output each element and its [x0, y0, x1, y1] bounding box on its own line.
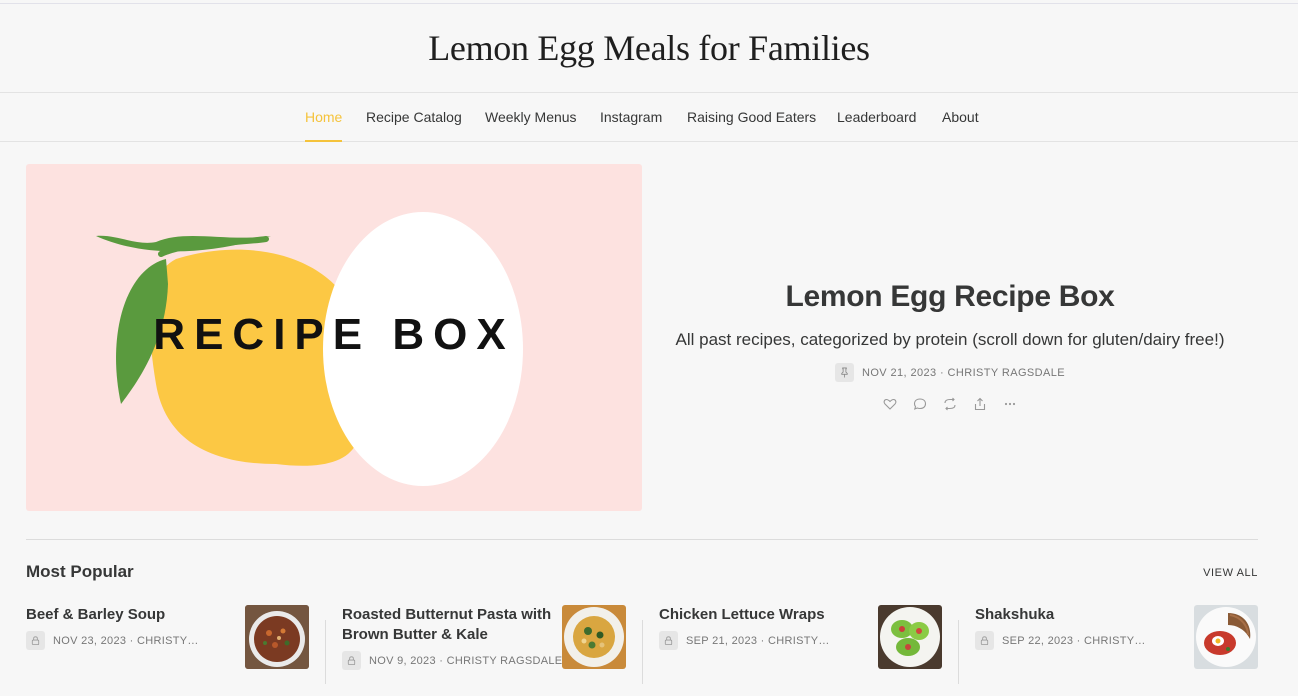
meta-separator: ·	[760, 634, 765, 647]
popular-post[interactable]: Roasted Butternut Pasta with Brown Butte…	[342, 605, 626, 685]
popular-post[interactable]: Shakshuka SEP 22, 2023 · CHRISTY…	[975, 605, 1258, 685]
share-icon[interactable]	[972, 396, 988, 412]
popular-post[interactable]: Chicken Lettuce Wraps SEP 21, 2023 · CHR…	[659, 605, 942, 685]
restack-icon[interactable]	[942, 396, 958, 412]
post-date: SEP 21, 2023	[686, 634, 758, 647]
post-meta: SEP 22, 2023 · CHRISTY…	[975, 631, 1146, 650]
post-author[interactable]: CHRISTY…	[137, 635, 199, 647]
hero-post: Lemon Egg Recipe Box All past recipes, c…	[650, 164, 1250, 511]
hero-image-text: RECIPE BOX	[153, 310, 514, 359]
heart-icon[interactable]	[882, 396, 898, 412]
nav-item-home[interactable]: Home	[305, 93, 343, 142]
lock-icon	[26, 631, 45, 650]
meta-separator: ·	[939, 366, 945, 379]
hero-date: NOV 21, 2023	[862, 366, 937, 379]
more-icon[interactable]	[1002, 396, 1018, 412]
soup-bowl-image[interactable]	[245, 605, 309, 669]
most-popular-heading: Most Popular	[26, 562, 134, 581]
post-date: NOV 9, 2023	[369, 654, 436, 667]
post-date: SEP 22, 2023	[1002, 634, 1074, 647]
shakshuka-plate-image[interactable]	[1194, 605, 1258, 669]
section-divider	[26, 539, 1258, 540]
meta-separator: ·	[129, 634, 134, 647]
post-separator	[325, 620, 326, 684]
post-date: NOV 23, 2023	[53, 634, 127, 647]
meta-separator: ·	[1076, 634, 1081, 647]
lock-icon	[659, 631, 678, 650]
popular-post[interactable]: Beef & Barley Soup NOV 23, 2023 · CHRIST…	[26, 605, 309, 685]
post-meta: NOV 9, 2023 · CHRISTY RAGSDALE	[342, 651, 562, 670]
lock-icon	[342, 651, 361, 670]
nav-item-instagram[interactable]: Instagram	[600, 93, 662, 142]
hero-meta: NOV 21, 2023 · CHRISTY RAGSDALE	[650, 363, 1250, 382]
post-title[interactable]: Shakshuka	[975, 605, 1175, 625]
lock-icon	[975, 631, 994, 650]
masthead: Lemon Egg Meals for Families	[0, 4, 1298, 92]
nav-item-leaderboard[interactable]: Leaderboard	[837, 93, 916, 142]
hero-author[interactable]: CHRISTY RAGSDALE	[948, 367, 1065, 379]
post-title[interactable]: Roasted Butternut Pasta with Brown Butte…	[342, 605, 552, 645]
main-nav: Home Recipe Catalog Weekly Menus Instagr…	[0, 92, 1298, 142]
post-separator	[958, 620, 959, 684]
lettuce-wraps-image[interactable]	[878, 605, 942, 669]
post-meta: SEP 21, 2023 · CHRISTY…	[659, 631, 830, 650]
post-separator	[642, 620, 643, 684]
nav-item-weekly-menus[interactable]: Weekly Menus	[485, 93, 577, 142]
meta-separator: ·	[439, 654, 444, 667]
nav-item-about[interactable]: About	[942, 93, 979, 142]
post-title[interactable]: Chicken Lettuce Wraps	[659, 605, 859, 625]
nav-item-recipe-catalog[interactable]: Recipe Catalog	[366, 93, 462, 142]
post-meta: NOV 23, 2023 · CHRISTY…	[26, 631, 199, 650]
post-author[interactable]: CHRISTY…	[768, 635, 830, 647]
hero-title[interactable]: Lemon Egg Recipe Box	[650, 280, 1250, 314]
hero-subtitle: All past recipes, categorized by protein…	[675, 330, 1225, 349]
site-title[interactable]: Lemon Egg Meals for Families	[428, 27, 870, 69]
pin-icon	[835, 363, 854, 382]
post-author[interactable]: CHRISTY…	[1084, 635, 1146, 647]
view-all-link[interactable]: VIEW ALL	[1203, 567, 1258, 579]
nav-item-raising-good-eaters[interactable]: Raising Good Eaters	[687, 93, 816, 142]
comment-icon[interactable]	[912, 396, 928, 412]
post-title[interactable]: Beef & Barley Soup	[26, 605, 226, 625]
hero-actions	[650, 396, 1250, 412]
hero-image[interactable]: RECIPE BOX	[26, 164, 642, 511]
pasta-plate-image[interactable]	[562, 605, 626, 669]
post-author[interactable]: CHRISTY RAGSDALE	[447, 655, 563, 667]
